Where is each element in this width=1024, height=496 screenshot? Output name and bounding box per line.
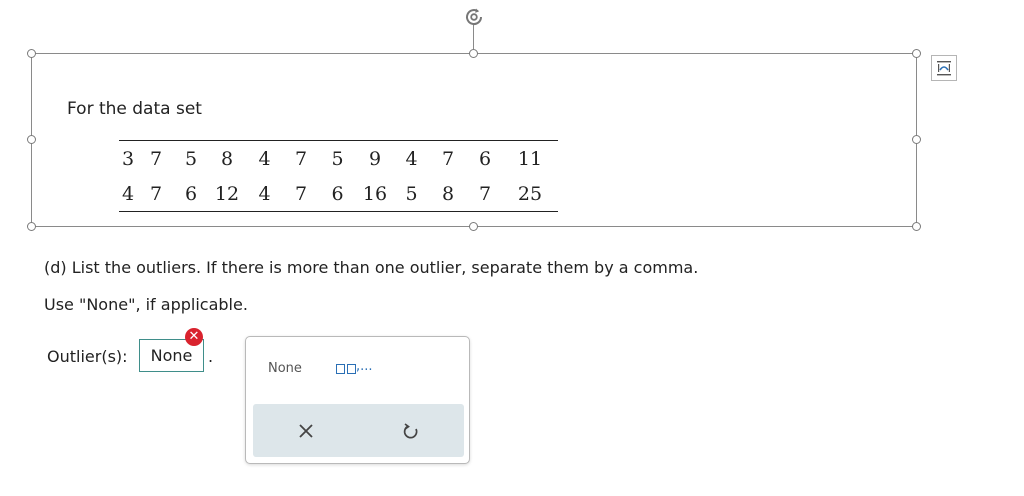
- table-cell: 16: [362, 182, 388, 205]
- close-icon: [298, 423, 313, 438]
- table-cell: 8: [220, 147, 234, 170]
- resize-handle-bottom[interactable]: [469, 222, 478, 231]
- incorrect-icon: ✕: [185, 328, 203, 346]
- table-cell: 6: [184, 182, 198, 205]
- table-cell: 12: [214, 182, 240, 205]
- table-cell: 5: [331, 147, 344, 170]
- resize-handle-right[interactable]: [912, 135, 921, 144]
- table-cell: 5: [184, 147, 198, 170]
- period: .: [208, 347, 214, 366]
- rotate-stem: [473, 25, 474, 49]
- table-cell: 5: [405, 182, 418, 205]
- table-cell: 7: [478, 182, 492, 205]
- resize-handle-bottom-left[interactable]: [27, 222, 36, 231]
- list-suffix: ,...: [356, 359, 373, 374]
- data-view-icon[interactable]: [931, 55, 957, 81]
- table-row: 3 7 5 8 4 7 5 9 4 7 6 11: [119, 141, 558, 177]
- undo-button[interactable]: [358, 404, 463, 457]
- resize-handle-top-left[interactable]: [27, 49, 36, 58]
- outliers-label: Outlier(s):: [47, 347, 128, 366]
- table-cell: 4: [258, 147, 271, 170]
- table-cell: 7: [441, 147, 455, 170]
- palette-list-template-button[interactable]: ,...: [336, 359, 373, 374]
- dataset-label: For the data set: [67, 99, 202, 119]
- table-cell: 6: [331, 182, 344, 205]
- table-cell: 11: [517, 147, 543, 170]
- data-table: 3 7 5 8 4 7 5 9 4 7 6 11 4 7 6 12 4 7 6 …: [119, 140, 558, 212]
- undo-icon: [403, 422, 417, 438]
- resize-handle-top-right[interactable]: [912, 49, 921, 58]
- palette-none-button[interactable]: None: [268, 361, 302, 376]
- question-text: (d) List the outliers. If there is more …: [44, 258, 699, 277]
- table-view-icon: [937, 61, 951, 76]
- math-palette: None ,...: [245, 336, 470, 464]
- question-instruction: Use "None", if applicable.: [44, 295, 248, 314]
- resize-handle-left[interactable]: [27, 135, 36, 144]
- rotate-icon[interactable]: [462, 5, 486, 29]
- resize-handle-bottom-right[interactable]: [912, 222, 921, 231]
- table-cell: 9: [368, 147, 382, 170]
- table-cell: 3: [121, 147, 135, 170]
- table-cell: 7: [294, 147, 308, 170]
- clear-button[interactable]: [253, 404, 358, 457]
- table-row: 4 7 6 12 4 7 6 16 5 8 7 25: [119, 176, 558, 212]
- table-cell: 7: [294, 182, 308, 205]
- table-cell: 4: [121, 182, 135, 205]
- table-cell: 6: [478, 147, 492, 170]
- placeholder-box-icon: [336, 364, 345, 374]
- placeholder-box-icon: [347, 364, 356, 374]
- resize-handle-top[interactable]: [469, 49, 478, 58]
- table-cell: 4: [258, 182, 271, 205]
- table-cell: 7: [149, 147, 163, 170]
- palette-action-bar: [253, 404, 464, 457]
- table-cell: 7: [149, 182, 163, 205]
- table-cell: 4: [405, 147, 418, 170]
- table-cell: 8: [441, 182, 455, 205]
- table-cell: 25: [517, 182, 543, 205]
